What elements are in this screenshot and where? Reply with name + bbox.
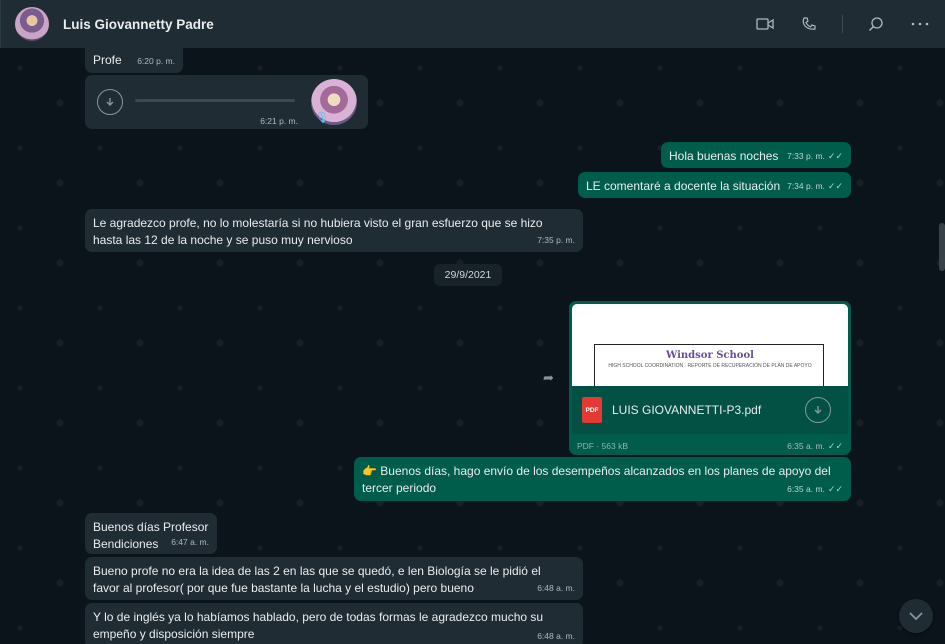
- mic-icon: 🎙: [315, 112, 329, 124]
- message-hola[interactable]: Hola buenas noches 7:33 p. m. ✓✓: [661, 142, 851, 168]
- message-time: 7:34 p. m. ✓✓: [787, 178, 843, 195]
- school-subtitle: HIGH SCHOOL COORDINATION · REPORTE DE RE…: [608, 363, 812, 369]
- message-le-comentare[interactable]: LE comentaré a docente la situación 7:34…: [578, 172, 851, 198]
- audio-progress-bar[interactable]: [135, 99, 295, 102]
- message-envio[interactable]: 👉 Buenos días, hago envío de los desempe…: [354, 457, 851, 501]
- header-actions: [754, 13, 931, 35]
- message-buenos-dias[interactable]: Buenos días Profesor Bendiciones 6:47 a.…: [85, 513, 217, 554]
- contact-name[interactable]: Luis Giovannetty Padre: [63, 17, 214, 32]
- read-ticks-icon: ✓✓: [827, 441, 843, 451]
- time-label: 6:35 a. m.: [787, 484, 825, 494]
- message-time: 6:48 a. m.: [537, 631, 575, 641]
- menu-icon[interactable]: [909, 13, 931, 35]
- message-time: 7:33 p. m. ✓✓: [787, 148, 843, 165]
- read-ticks-icon: ✓✓: [827, 151, 843, 161]
- video-call-icon[interactable]: [754, 13, 776, 35]
- read-ticks-icon: ✓✓: [827, 484, 843, 494]
- download-icon[interactable]: [97, 89, 123, 115]
- message-time: 6:21 p. m.: [260, 116, 298, 126]
- document-meta: PDF · 563 kB: [577, 441, 629, 451]
- school-name: Windsor School: [666, 350, 754, 361]
- whatsapp-window: Luis Giovannetty Padre Profe 6:20 p. m.: [0, 0, 945, 644]
- chevron-down-icon: [909, 611, 923, 620]
- message-text: Profe: [93, 53, 122, 67]
- message-text: Bueno profe no era la idea de las 2 en l…: [93, 564, 541, 595]
- search-icon[interactable]: [865, 13, 887, 35]
- chat-header: Luis Giovannetty Padre: [0, 0, 945, 48]
- message-text: Hola buenas noches: [669, 149, 779, 163]
- message-text: LE comentaré a docente la situación: [586, 179, 781, 193]
- message-text: Y lo de inglés ya lo habíamos hablado, p…: [93, 610, 544, 641]
- message-time: 6:47 a. m.: [171, 537, 209, 547]
- scrollbar-thumb[interactable]: [939, 223, 945, 271]
- message-bueno-profe[interactable]: Bueno profe no era la idea de las 2 en l…: [85, 557, 583, 600]
- message-profe[interactable]: Profe 6:20 p. m.: [85, 48, 183, 73]
- time-label: 7:34 p. m.: [787, 181, 825, 191]
- download-icon[interactable]: [805, 397, 831, 423]
- scroll-down-button[interactable]: [899, 599, 933, 633]
- date-divider: 29/9/2021: [434, 264, 502, 286]
- message-text: Buenos días, hago envío de los desempeño…: [362, 464, 831, 495]
- message-text: Le agradezco profe, no lo molestaría si …: [93, 216, 543, 247]
- header-divider: [842, 15, 843, 33]
- message-time: 7:35 p. m.: [537, 235, 575, 245]
- chat-area[interactable]: Profe 6:20 p. m. 🎙 6:21 p. m. Hola buena…: [0, 48, 945, 644]
- audio-message[interactable]: 🎙 6:21 p. m.: [85, 75, 368, 129]
- document-message[interactable]: Windsor School HIGH SCHOOL COORDINATION …: [569, 301, 851, 455]
- message-time: 6:35 a. m. ✓✓: [787, 441, 843, 452]
- message-agradezco[interactable]: Le agradezco profe, no lo molestaría si …: [85, 209, 583, 252]
- voice-call-icon[interactable]: [798, 13, 820, 35]
- document-preview[interactable]: Windsor School HIGH SCHOOL COORDINATION …: [572, 304, 848, 386]
- time-label: 6:35 a. m.: [787, 441, 825, 451]
- pointing-hand-icon: 👉: [362, 464, 377, 478]
- document-file-name: LUIS GIOVANNETTI-P3.pdf: [612, 403, 762, 417]
- document-bar[interactable]: PDF LUIS GIOVANNETTI-P3.pdf: [572, 386, 848, 434]
- message-time: 6:48 a. m.: [537, 583, 575, 593]
- message-time: 6:35 a. m. ✓✓: [787, 481, 843, 498]
- forward-icon[interactable]: ➦: [543, 370, 554, 386]
- contact-avatar[interactable]: [15, 7, 49, 41]
- read-ticks-icon: ✓✓: [827, 181, 843, 191]
- pdf-icon: PDF: [582, 397, 602, 423]
- message-ingles[interactable]: Y lo de inglés ya lo habíamos hablado, p…: [85, 603, 583, 644]
- time-label: 7:33 p. m.: [787, 151, 825, 161]
- message-time: 6:20 p. m.: [137, 56, 175, 66]
